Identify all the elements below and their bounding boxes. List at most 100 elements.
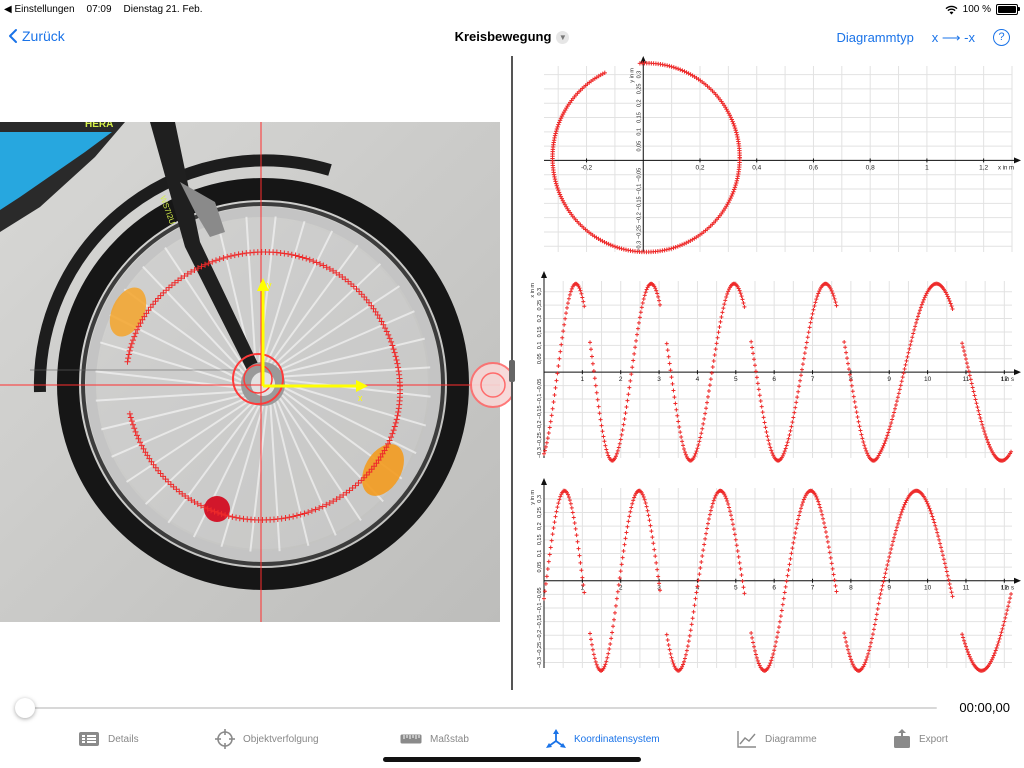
trail-point	[975, 405, 980, 410]
trail-point	[892, 535, 897, 540]
trail-point	[784, 579, 789, 584]
trail-point	[855, 415, 860, 420]
home-indicator[interactable]	[383, 757, 641, 762]
trail-point	[731, 121, 736, 126]
trail-point	[731, 187, 737, 192]
y-tick-label: −0,2	[636, 212, 642, 223]
trail-point	[667, 63, 672, 69]
trail-point	[794, 526, 799, 531]
trail-point	[678, 430, 683, 435]
timeline-knob[interactable]	[15, 698, 35, 718]
trail-point	[730, 191, 735, 197]
trail-point	[552, 176, 558, 182]
trail-point	[544, 574, 549, 579]
tab-diagrams[interactable]: Diagramme	[737, 726, 817, 752]
video-frame[interactable]: HERA WS7I2U x y	[0, 122, 500, 622]
chart-2: 1234567891011120,30,250,20,150,10,05−0,0…	[530, 271, 1021, 463]
trail-point	[890, 543, 895, 548]
tab-scale[interactable]: Maßstab	[400, 726, 469, 752]
axis-x-label: x	[358, 393, 363, 403]
trail-point	[908, 342, 913, 347]
trail-point	[821, 516, 826, 521]
trail-point	[618, 437, 623, 442]
trail-point	[556, 122, 561, 127]
y-tick-label: −0,3	[537, 657, 543, 668]
trail-point	[885, 563, 890, 568]
trail-point	[614, 596, 619, 601]
tab-label: Maßstab	[430, 733, 469, 745]
y-axis-label: x in m	[530, 283, 536, 298]
split-divider[interactable]	[509, 56, 515, 690]
trail-point	[858, 428, 863, 433]
trail-point	[977, 412, 982, 417]
trail-point	[628, 378, 633, 383]
x-tick-label: 9	[887, 376, 891, 383]
trail-point	[786, 436, 791, 441]
trail-point	[808, 320, 813, 325]
trail-point	[573, 526, 578, 531]
axes-icon	[546, 729, 566, 748]
trail-point	[846, 647, 851, 652]
help-button[interactable]: ?	[993, 29, 1010, 46]
flip-axis-button[interactable]: x ⟶ -x	[932, 30, 975, 46]
trail-point	[667, 647, 672, 652]
trail-point	[553, 179, 558, 184]
tab-details[interactable]: Details	[78, 726, 139, 752]
back-to-app[interactable]: ◀ Einstellungen	[4, 4, 75, 15]
trail-point	[876, 601, 881, 606]
trail-point	[874, 612, 879, 617]
trail-point	[680, 439, 685, 444]
trail-point	[762, 420, 767, 425]
trail-point	[689, 622, 694, 627]
x-tick-label: 7	[811, 376, 815, 383]
trail-point	[935, 530, 940, 535]
y-tick-label: 0,25	[537, 300, 543, 311]
trail-point	[831, 572, 836, 577]
trail-point	[674, 407, 679, 412]
trail-point	[676, 419, 681, 424]
trail-point	[545, 566, 550, 571]
trail-point	[665, 348, 670, 353]
drag-handle-circle[interactable]	[467, 360, 511, 410]
trail-point	[903, 362, 908, 367]
trail-point	[712, 353, 717, 358]
y-tick-label: −0,1	[537, 394, 543, 405]
trail-point	[749, 630, 754, 635]
trail-point	[575, 539, 580, 544]
tab-coordinate-system[interactable]: Koordinatensystem	[546, 726, 660, 752]
trail-point	[750, 635, 755, 640]
trail-point	[605, 655, 610, 660]
trail-point	[1002, 619, 1007, 624]
y-axis-arrow	[640, 56, 647, 63]
trail-point	[775, 635, 780, 640]
trail-point	[776, 625, 781, 630]
trail-point	[649, 529, 654, 534]
trail-point	[622, 417, 627, 422]
x-tick-label: 0,8	[866, 164, 875, 171]
trail-point	[699, 559, 704, 564]
trail-point	[859, 432, 864, 437]
trail-point	[671, 388, 676, 393]
trail-point	[936, 534, 941, 539]
x-axis-label: t in s	[1001, 377, 1014, 383]
trail-point	[856, 419, 861, 424]
tab-object-tracking[interactable]: Objektverfolgung	[215, 726, 319, 752]
trail-point	[640, 300, 645, 305]
tab-export[interactable]: Export	[893, 726, 948, 752]
trail-point	[868, 644, 873, 649]
trail-point	[673, 244, 678, 250]
trail-point	[612, 244, 618, 249]
trail-point	[893, 406, 897, 411]
trail-point	[708, 508, 713, 513]
trail-point	[899, 379, 904, 384]
trail-point	[693, 596, 698, 601]
trail-point	[974, 401, 979, 406]
trail-point	[777, 619, 782, 624]
diagram-type-button[interactable]: Diagrammtyp	[837, 30, 914, 45]
y-tick-label: −0,05	[636, 168, 642, 182]
trail-point	[806, 330, 811, 335]
trail-point	[606, 241, 611, 247]
timeline-track[interactable]	[25, 707, 937, 709]
x-tick-label: 11	[963, 376, 970, 383]
trail-point	[577, 553, 582, 558]
